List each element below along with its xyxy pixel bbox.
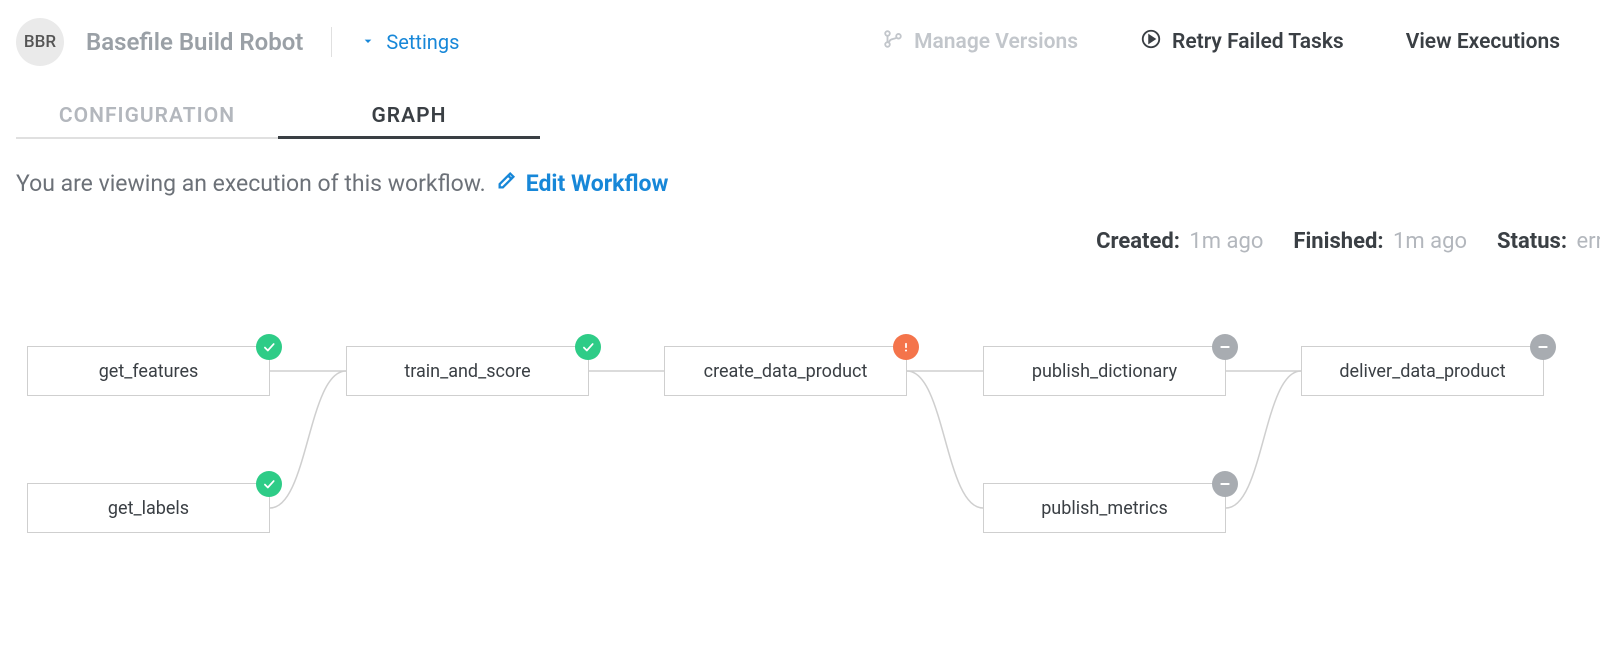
retry-failed-button[interactable]: Retry Failed Tasks bbox=[1140, 28, 1344, 56]
meta-finished-label: Finished: bbox=[1293, 229, 1383, 254]
avatar: BBR bbox=[16, 18, 64, 66]
edit-workflow-button[interactable]: Edit Workflow bbox=[496, 169, 669, 197]
workflow-name: Basefile Build Robot bbox=[86, 28, 303, 56]
meta-status-value: error bbox=[1577, 229, 1600, 254]
play-circle-icon bbox=[1140, 28, 1162, 56]
meta-status-label: Status: bbox=[1497, 229, 1567, 254]
view-executions-label: View Executions bbox=[1406, 30, 1560, 54]
edit-icon bbox=[496, 169, 518, 197]
graph-node-label: create_data_product bbox=[704, 361, 868, 382]
tab-graph[interactable]: Graph bbox=[278, 96, 540, 139]
graph-node-label: get_features bbox=[99, 361, 199, 382]
graph-edge bbox=[907, 371, 983, 508]
graph-node-label: train_and_score bbox=[404, 361, 530, 382]
edit-workflow-label: Edit Workflow bbox=[526, 170, 669, 197]
graph-node-get_labels[interactable]: get_labels bbox=[27, 483, 270, 533]
graph-node-label: publish_dictionary bbox=[1032, 361, 1177, 382]
manage-versions-label: Manage Versions bbox=[914, 30, 1078, 54]
success-status-icon bbox=[256, 471, 282, 497]
graph-canvas[interactable]: get_features get_labels train_and_score cre… bbox=[0, 300, 1600, 630]
success-status-icon bbox=[575, 334, 601, 360]
graph-node-label: publish_metrics bbox=[1041, 498, 1168, 519]
graph-node-train_and_score[interactable]: train_and_score bbox=[346, 346, 589, 396]
info-line: You are viewing an execution of this wor… bbox=[16, 169, 1600, 197]
settings-label: Settings bbox=[386, 30, 459, 54]
meta-finished-value: 1m ago bbox=[1393, 229, 1467, 254]
meta-created-label: Created: bbox=[1096, 229, 1180, 254]
divider bbox=[331, 27, 332, 57]
graph-node-deliver_data_product[interactable]: deliver_data_product bbox=[1301, 346, 1544, 396]
tabs: Configuration Graph bbox=[16, 96, 1600, 139]
pending-status-icon bbox=[1212, 334, 1238, 360]
meta-line: Created: 1m ago Finished: 1m ago Status:… bbox=[0, 229, 1600, 254]
graph-node-publish_metrics[interactable]: publish_metrics bbox=[983, 483, 1226, 533]
pending-status-icon bbox=[1212, 471, 1238, 497]
settings-button[interactable]: Settings bbox=[360, 30, 459, 54]
branch-icon bbox=[882, 28, 904, 56]
graph-node-create_data_product[interactable]: create_data_product bbox=[664, 346, 907, 396]
view-executions-button[interactable]: View Executions bbox=[1406, 30, 1560, 54]
meta-created-value: 1m ago bbox=[1189, 229, 1263, 254]
chevron-down-icon bbox=[360, 30, 376, 54]
meta-status: Status: error bbox=[1497, 229, 1600, 254]
graph-node-get_features[interactable]: get_features bbox=[27, 346, 270, 396]
retry-failed-label: Retry Failed Tasks bbox=[1172, 30, 1344, 54]
success-status-icon bbox=[256, 334, 282, 360]
graph-node-label: get_labels bbox=[108, 498, 189, 519]
error-status-icon bbox=[893, 334, 919, 360]
pending-status-icon bbox=[1530, 334, 1556, 360]
meta-finished: Finished: 1m ago bbox=[1293, 229, 1467, 254]
meta-created: Created: 1m ago bbox=[1096, 229, 1263, 254]
manage-versions-button[interactable]: Manage Versions bbox=[882, 28, 1078, 56]
graph-node-publish_dictionary[interactable]: publish_dictionary bbox=[983, 346, 1226, 396]
viewing-text: You are viewing an execution of this wor… bbox=[16, 170, 486, 197]
graph-node-label: deliver_data_product bbox=[1339, 361, 1505, 382]
tab-configuration[interactable]: Configuration bbox=[16, 96, 278, 139]
header-bar: BBR Basefile Build Robot Settings Manage… bbox=[0, 0, 1600, 84]
